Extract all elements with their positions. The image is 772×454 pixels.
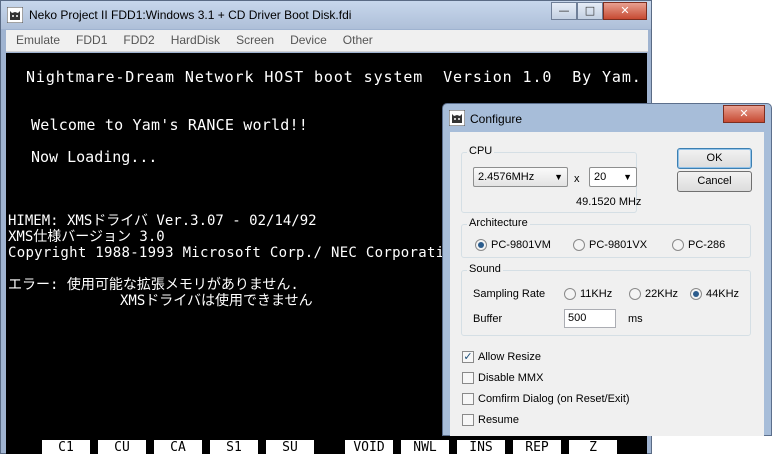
- architecture-group-label: Architecture: [467, 217, 530, 229]
- checkbox-icon: [462, 393, 474, 405]
- dialog-close-button[interactable]: ✕: [723, 105, 765, 123]
- dialog-body: CPU 2.4576MHz ▼ x 20 ▼ 49.1520 MHz OK Ca…: [450, 132, 764, 436]
- close-button[interactable]: ✕: [603, 2, 647, 20]
- radio-11khz-label: 11KHz: [580, 288, 613, 300]
- cpu-clock-select[interactable]: 2.4576MHz ▼: [473, 167, 568, 187]
- fkey-su: SU: [266, 440, 314, 454]
- radio-pc-286-label: PC-286: [688, 239, 726, 251]
- title-bar[interactable]: Neko Project II FDD1:Windows 3.1 + CD Dr…: [1, 1, 651, 29]
- cpu-clock-result: 49.1520 MHz: [576, 196, 642, 208]
- fkey-nwl: NWL: [401, 440, 449, 454]
- fkey-void: VOID: [345, 440, 393, 454]
- allow-resize-label: Allow Resize: [478, 351, 541, 363]
- cat-app-icon: [449, 110, 465, 126]
- menu-emulate[interactable]: Emulate: [6, 30, 68, 51]
- cpu-clock-value: 2.4576MHz: [478, 171, 535, 183]
- radio-dot-icon: [672, 239, 684, 251]
- maximize-button[interactable]: □: [577, 2, 603, 20]
- menu-harddisk[interactable]: HardDisk: [163, 30, 228, 51]
- buffer-input[interactable]: 500: [564, 309, 616, 328]
- radio-22khz[interactable]: 22KHz: [629, 288, 678, 300]
- fkey-rep: REP: [513, 440, 561, 454]
- radio-44khz[interactable]: 44KHz: [690, 288, 739, 300]
- multiply-sign: x: [574, 173, 580, 185]
- buffer-label: Buffer: [473, 313, 503, 325]
- radio-pc-9801vm-label: PC-9801VM: [491, 239, 551, 251]
- radio-dot-icon: [475, 239, 487, 251]
- checkbox-icon: [462, 372, 474, 384]
- menu-fdd1[interactable]: FDD1: [68, 30, 115, 51]
- radio-44khz-label: 44KHz: [706, 288, 740, 300]
- radio-pc-286[interactable]: PC-286: [672, 239, 725, 251]
- loading-line: Now Loading...: [31, 148, 158, 166]
- checkbox-confirm-dialog[interactable]: Comfirm Dialog (on Reset/Exit): [462, 393, 630, 405]
- function-key-bar: C1 CU CA S1 SU VOID NWL INS REP Z: [6, 437, 647, 454]
- himem-line: HIMEM: XMSドライバ Ver.3.07 - 02/14/92: [8, 213, 317, 229]
- radio-dot-icon: [573, 239, 585, 251]
- ok-button[interactable]: OK: [677, 148, 752, 169]
- checkmark-icon: ✓: [462, 350, 474, 363]
- radio-pc-9801vx[interactable]: PC-9801VX: [573, 239, 647, 251]
- window-controls: — □ ✕: [551, 2, 647, 20]
- cancel-button[interactable]: Cancel: [677, 171, 752, 192]
- checkbox-disable-mmx[interactable]: Disable MMX: [462, 372, 543, 384]
- fkey-z: Z: [569, 440, 617, 454]
- radio-dot-icon: [629, 288, 641, 300]
- dialog-title: Configure: [470, 112, 523, 126]
- radio-11khz[interactable]: 11KHz: [564, 288, 612, 300]
- buffer-unit: ms: [628, 313, 643, 325]
- menu-screen[interactable]: Screen: [228, 30, 282, 51]
- confirm-dialog-label: Comfirm Dialog (on Reset/Exit): [478, 393, 630, 405]
- welcome-line: Welcome to Yam's RANCE world!!: [31, 116, 308, 134]
- boot-banner-line: Nightmare-Dream Network HOST boot system…: [26, 68, 642, 86]
- checkbox-icon: [462, 414, 474, 426]
- chevron-down-icon: ▼: [623, 172, 632, 182]
- cpu-multiplier-select[interactable]: 20 ▼: [589, 167, 637, 187]
- window-title: Neko Project II FDD1:Windows 3.1 + CD Dr…: [29, 8, 352, 22]
- fkey-ins: INS: [457, 440, 505, 454]
- menu-other[interactable]: Other: [335, 30, 381, 51]
- radio-dot-icon: [690, 288, 702, 300]
- fkey-cu: CU: [98, 440, 146, 454]
- radio-dot-icon: [564, 288, 576, 300]
- menu-bar: Emulate FDD1 FDD2 HardDisk Screen Device Other: [6, 30, 648, 52]
- radio-22khz-label: 22KHz: [645, 288, 679, 300]
- radio-pc-9801vx-label: PC-9801VX: [589, 239, 648, 251]
- resume-label: Resume: [478, 414, 519, 426]
- checkbox-allow-resize[interactable]: ✓ Allow Resize: [462, 351, 541, 363]
- menu-device[interactable]: Device: [282, 30, 335, 51]
- fkey-ca: CA: [154, 440, 202, 454]
- sampling-rate-label: Sampling Rate: [473, 288, 546, 300]
- disable-mmx-label: Disable MMX: [478, 372, 544, 384]
- radio-pc-9801vm[interactable]: PC-9801VM: [475, 239, 551, 251]
- cat-app-icon: [7, 7, 23, 23]
- configure-dialog: Configure ✕ CPU 2.4576MHz ▼ x 20 ▼ 49.15…: [442, 103, 772, 436]
- error-line: エラー: 使用可能な拡張メモリがありません.: [8, 277, 299, 293]
- chevron-down-icon: ▼: [554, 172, 563, 182]
- xms-unavailable-line: XMSドライバは使用できません: [120, 293, 313, 309]
- xms-version-line: XMS仕様バージョン 3.0: [8, 229, 165, 245]
- checkbox-resume[interactable]: Resume: [462, 414, 519, 426]
- menu-fdd2[interactable]: FDD2: [115, 30, 162, 51]
- cpu-multiplier-value: 20: [594, 171, 607, 183]
- copyright-line: Copyright 1988-1993 Microsoft Corp./ NEC…: [8, 245, 462, 261]
- cpu-group-label: CPU: [467, 145, 495, 157]
- fkey-c1: C1: [42, 440, 90, 454]
- sound-group-label: Sound: [467, 263, 503, 275]
- dialog-title-bar[interactable]: Configure ✕: [443, 104, 771, 132]
- minimize-button[interactable]: —: [551, 2, 577, 20]
- fkey-s1: S1: [210, 440, 258, 454]
